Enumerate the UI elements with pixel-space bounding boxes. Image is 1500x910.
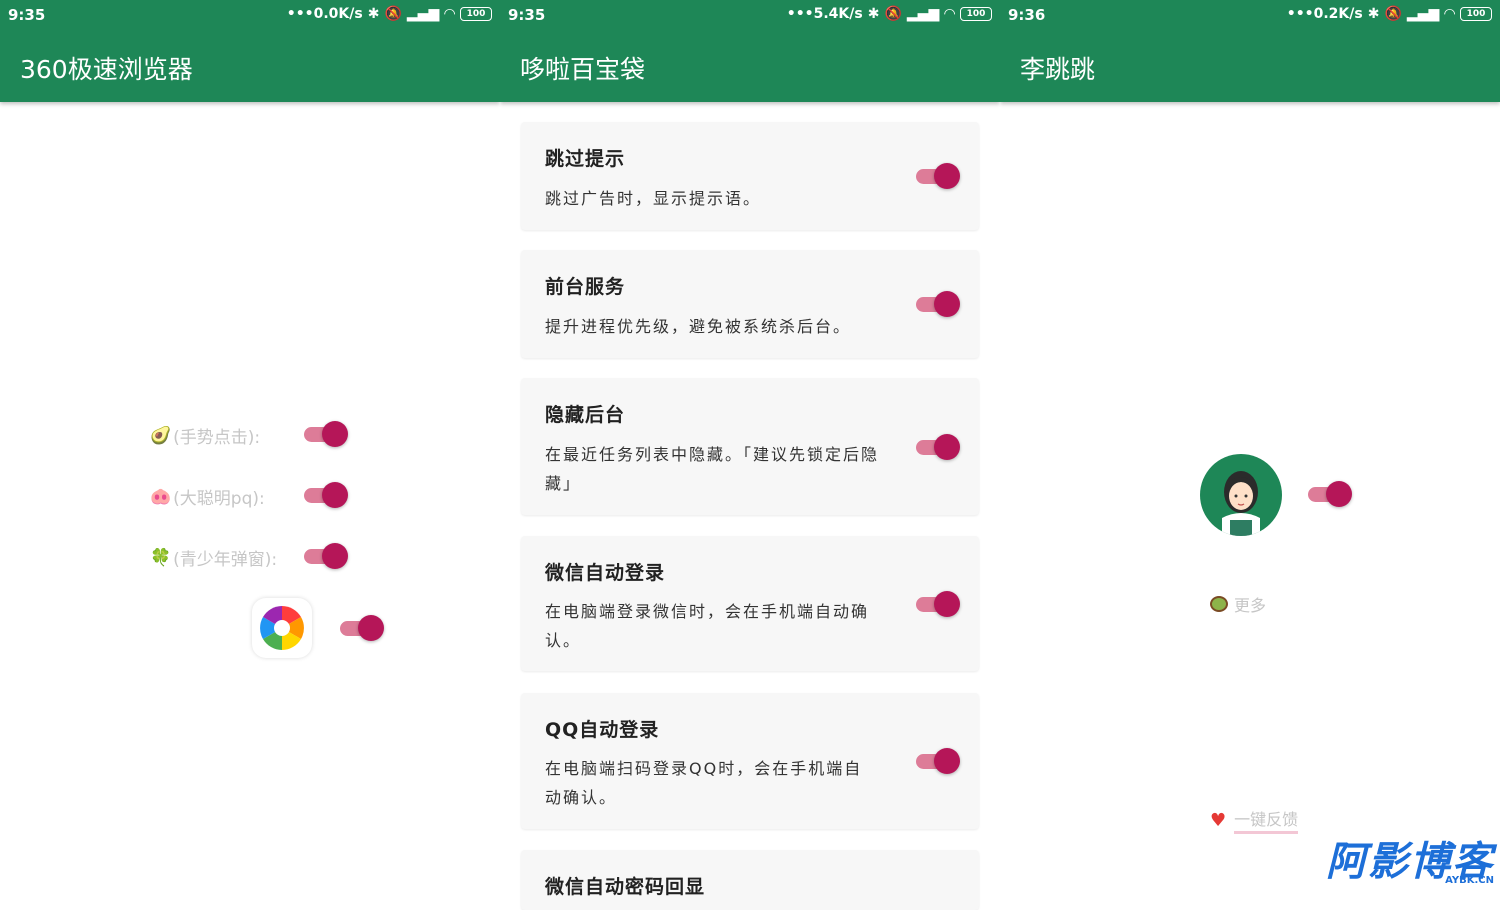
app-title: 哆啦百宝袋 — [520, 55, 646, 84]
gesture-click-toggle[interactable] — [304, 421, 348, 447]
network-speed: •••0.2K/s — [1286, 6, 1363, 22]
status-bar: 9:36 •••0.2K/s ✱ 🔕 ▂▄▆ ◠ 100 — [1000, 0, 1500, 32]
panel-li-tiao-tiao: 9:36 •••0.2K/s ✱ 🔕 ▂▄▆ ◠ 100 李跳跳 — [1000, 0, 1500, 888]
mute-bell-icon: 🔕 — [384, 6, 402, 22]
panel-360-browser: 9:35 •••0.0K/s ✱ 🔕 ▂▄▆ ◠ 100 360极速浏览器 🥑 … — [0, 0, 500, 888]
setting-description: 在最近任务列表中隐藏。「建议先锁定后隐藏」 — [545, 445, 880, 493]
toggle-thumb — [358, 615, 384, 641]
setting-title: 前台服务 — [545, 276, 626, 298]
clover-icon: 🍀 — [150, 547, 172, 568]
status-bar: 9:35 •••5.4K/s ✱ 🔕 ▂▄▆ ◠ 100 — [500, 0, 1000, 32]
pinwheel-icon — [260, 606, 304, 650]
setting-title: QQ自动登录 — [545, 719, 660, 741]
wechat-auto-login-toggle[interactable] — [916, 591, 960, 617]
main-service-toggle[interactable] — [1308, 481, 1352, 507]
gesture-row-1: 🥑 (手势点击): — [150, 423, 261, 449]
toggle-thumb — [322, 421, 348, 447]
gesture-label: (手势点击): — [173, 428, 261, 448]
toggle-thumb — [934, 291, 960, 317]
app-bar: 9:36 •••0.2K/s ✱ 🔕 ▂▄▆ ◠ 100 李跳跳 — [1000, 0, 1500, 102]
status-time: 9:35 — [8, 6, 46, 24]
feedback-label: 一键反馈 — [1234, 806, 1299, 834]
status-icons: •••0.0K/s ✱ 🔕 ▂▄▆ ◠ 100 — [287, 6, 492, 22]
signal-icon: ▂▄▆ — [406, 6, 440, 22]
feedback-link[interactable]: ♥ 一键反馈 — [1210, 806, 1299, 834]
heart-icon: ♥ — [1210, 809, 1227, 831]
wifi-icon: ◠ — [1444, 6, 1455, 22]
status-time: 9:35 — [508, 6, 546, 24]
browser-app-icon — [252, 598, 312, 658]
toggle-thumb — [934, 591, 960, 617]
status-time: 9:36 — [1008, 6, 1046, 24]
wifi-icon: ◠ — [444, 6, 455, 22]
setting-description: 在电脑端扫码登录QQ时，会在手机端自动确认。 — [545, 759, 863, 807]
battery-icon: 100 — [960, 7, 992, 21]
avatar[interactable] — [1200, 454, 1282, 536]
qq-auto-login-toggle[interactable] — [916, 748, 960, 774]
kiwi-icon — [1210, 596, 1228, 612]
setting-card-skip-tip[interactable]: 跳过提示 跳过广告时，显示提示语。 — [521, 122, 979, 230]
gesture-row-2: 🐽 (大聪明pq): — [150, 484, 265, 510]
skip-tip-toggle[interactable] — [916, 163, 960, 189]
watermark: 阿影博客 AYBK.CN — [1326, 841, 1494, 886]
bluetooth-icon: ✱ — [1367, 6, 1380, 22]
pig-nose-icon: 🐽 — [150, 486, 172, 507]
battery-icon: 100 — [1460, 7, 1492, 21]
toggle-thumb — [322, 543, 348, 569]
setting-card-partial[interactable]: 微信自动密码回显 — [521, 850, 979, 910]
app-bar: 9:35 •••0.0K/s ✱ 🔕 ▂▄▆ ◠ 100 360极速浏览器 — [0, 0, 500, 102]
mute-bell-icon: 🔕 — [884, 6, 902, 22]
signal-icon: ▂▄▆ — [1406, 6, 1440, 22]
setting-title: 跳过提示 — [545, 148, 626, 170]
app-title: 360极速浏览器 — [20, 55, 193, 84]
smart-pq-toggle[interactable] — [304, 482, 348, 508]
setting-description: 提升进程优先级，避免被系统杀后台。 — [545, 317, 852, 336]
setting-card-qq-auto-login[interactable]: QQ自动登录 在电脑端扫码登录QQ时，会在手机端自动确认。 — [521, 693, 979, 829]
gesture-row-3: 🍀 (青少年弹窗): — [150, 545, 278, 571]
setting-title: 微信自动密码回显 — [545, 876, 706, 898]
girl-avatar-icon — [1222, 471, 1260, 536]
status-icons: •••5.4K/s ✱ 🔕 ▂▄▆ ◠ 100 — [787, 6, 992, 22]
teen-popup-toggle[interactable] — [304, 543, 348, 569]
status-bar: 9:35 •••0.0K/s ✱ 🔕 ▂▄▆ ◠ 100 — [0, 0, 500, 32]
more-link[interactable]: 更多 — [1210, 592, 1266, 616]
setting-title: 微信自动登录 — [545, 562, 666, 584]
setting-card-wechat-auto-login[interactable]: 微信自动登录 在电脑端登录微信时，会在手机端自动确认。 — [521, 536, 979, 671]
hide-background-toggle[interactable] — [916, 434, 960, 460]
gesture-label: (大聪明pq): — [173, 489, 265, 509]
setting-title: 隐藏后台 — [545, 404, 626, 426]
avocado-icon: 🥑 — [150, 425, 172, 446]
setting-card-hide-background[interactable]: 隐藏后台 在最近任务列表中隐藏。「建议先锁定后隐藏」 — [521, 378, 979, 515]
toggle-thumb — [322, 482, 348, 508]
setting-description: 跳过广告时，显示提示语。 — [545, 189, 762, 208]
toggle-thumb — [934, 748, 960, 774]
bluetooth-icon: ✱ — [867, 6, 880, 22]
gesture-label: (青少年弹窗): — [173, 550, 278, 570]
battery-icon: 100 — [460, 7, 492, 21]
toggle-thumb — [934, 434, 960, 460]
toggle-thumb — [1326, 481, 1352, 507]
signal-icon: ▂▄▆ — [906, 6, 940, 22]
app-bar: 9:35 •••5.4K/s ✱ 🔕 ▂▄▆ ◠ 100 哆啦百宝袋 — [500, 0, 1000, 102]
foreground-service-toggle[interactable] — [916, 291, 960, 317]
network-speed: •••0.0K/s — [286, 6, 363, 22]
browser-app-toggle[interactable] — [340, 615, 384, 641]
status-icons: •••0.2K/s ✱ 🔕 ▂▄▆ ◠ 100 — [1287, 6, 1492, 22]
setting-description: 在电脑端登录微信时，会在手机端自动确认。 — [545, 602, 870, 650]
setting-card-foreground-service[interactable]: 前台服务 提升进程优先级，避免被系统杀后台。 — [521, 250, 979, 358]
bluetooth-icon: ✱ — [367, 6, 380, 22]
toggle-thumb — [934, 163, 960, 189]
wifi-icon: ◠ — [944, 6, 955, 22]
mute-bell-icon: 🔕 — [1384, 6, 1402, 22]
app-title: 李跳跳 — [1020, 55, 1096, 84]
network-speed: •••5.4K/s — [786, 6, 863, 22]
more-label: 更多 — [1234, 596, 1267, 615]
